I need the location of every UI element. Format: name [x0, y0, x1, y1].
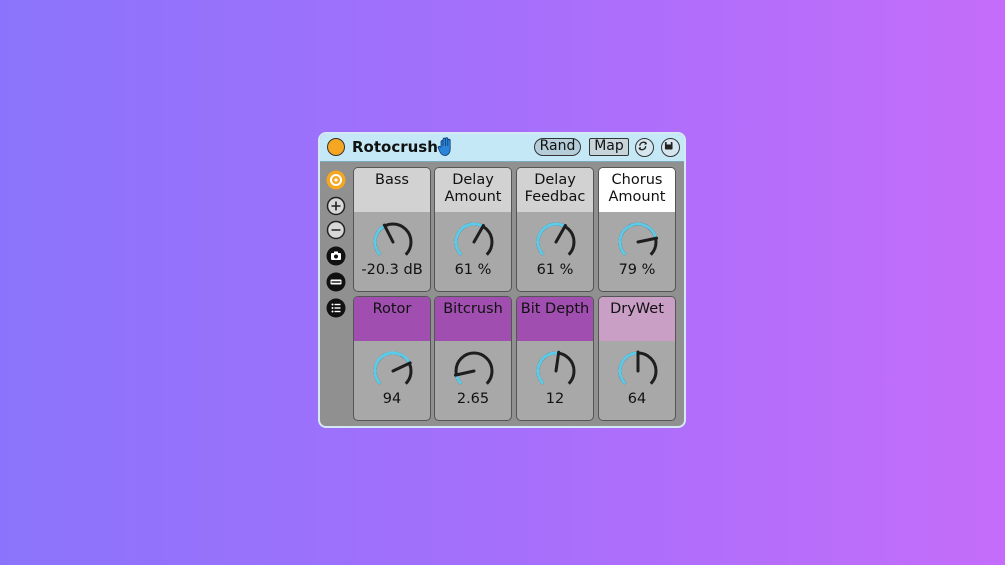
knob-value-arc [454, 222, 484, 256]
macro-label: DryWet [599, 297, 675, 341]
macro-4[interactable]: Chorus Amount 79 % [598, 167, 676, 292]
macro-2[interactable]: Delay Amount 61 % [434, 167, 512, 292]
knob-needle [391, 361, 412, 373]
macro-value: 94 [382, 391, 402, 407]
macro-6[interactable]: Bitcrush 2.65 [434, 296, 512, 421]
macro-knob[interactable] [534, 220, 578, 264]
add-icon[interactable] [326, 196, 346, 216]
macro-value: 12 [545, 391, 565, 407]
hand-icon [437, 137, 451, 156]
camera-icon[interactable] [326, 246, 346, 266]
macro-value: 79 % [618, 262, 656, 278]
knob-value-arc [536, 222, 566, 256]
knob-needle [382, 223, 395, 244]
knob-track [454, 351, 494, 385]
macro-value: 61 % [454, 262, 492, 278]
macro-7[interactable]: Bit Depth 12 [516, 296, 594, 421]
macro-knob[interactable] [371, 220, 415, 264]
minus-bar-icon[interactable] [326, 272, 346, 292]
macro-value: -20.3 dB [361, 262, 423, 278]
rand-button[interactable]: Rand [534, 138, 581, 156]
macro-knob[interactable] [616, 220, 660, 264]
rotocrush-device: Rotocrush Rand Map Bass -20.3 dB Delay A… [318, 132, 686, 428]
knob-needle [554, 350, 561, 373]
map-button[interactable]: Map [589, 138, 629, 156]
knob-value-arc [373, 351, 411, 385]
macro-label: Delay Amount [435, 168, 511, 212]
knob-value-arc [618, 351, 639, 385]
power-button-icon[interactable] [327, 138, 345, 156]
macro-knob[interactable] [616, 349, 660, 393]
macro-knob[interactable] [534, 349, 578, 393]
macro-value: 61 % [536, 262, 574, 278]
remove-icon[interactable] [326, 220, 346, 240]
save-icon[interactable] [661, 138, 680, 157]
macro-value: 2.65 [456, 391, 490, 407]
device-title-bar: Rotocrush Rand Map [320, 134, 684, 162]
device-sidebar [320, 162, 350, 426]
macro-knob[interactable] [371, 349, 415, 393]
macro-label: Delay Feedbac [517, 168, 593, 212]
knob-needle [554, 223, 567, 244]
macro-8[interactable]: DryWet 64 [598, 296, 676, 421]
list-icon[interactable] [326, 298, 346, 318]
knob-needle [636, 236, 659, 244]
device-title: Rotocrush [352, 138, 438, 156]
macro-label: Bit Depth [517, 297, 593, 341]
refresh-icon[interactable] [635, 138, 654, 157]
macro-3[interactable]: Delay Feedbac 61 % [516, 167, 594, 292]
macro-knob[interactable] [452, 220, 496, 264]
macro-knob[interactable] [452, 349, 496, 393]
macro-label: Bitcrush [435, 297, 511, 341]
macro-label: Bass [354, 168, 430, 212]
knob-needle [472, 223, 485, 244]
macro-1[interactable]: Bass -20.3 dB [353, 167, 431, 292]
macro-5[interactable]: Rotor 94 [353, 296, 431, 421]
knob-needle [453, 369, 476, 377]
macro-icon[interactable] [326, 170, 346, 190]
macro-value: 64 [627, 391, 647, 407]
macro-label: Rotor [354, 297, 430, 341]
knob-value-arc [373, 224, 386, 256]
macro-label: Chorus Amount [599, 168, 675, 212]
